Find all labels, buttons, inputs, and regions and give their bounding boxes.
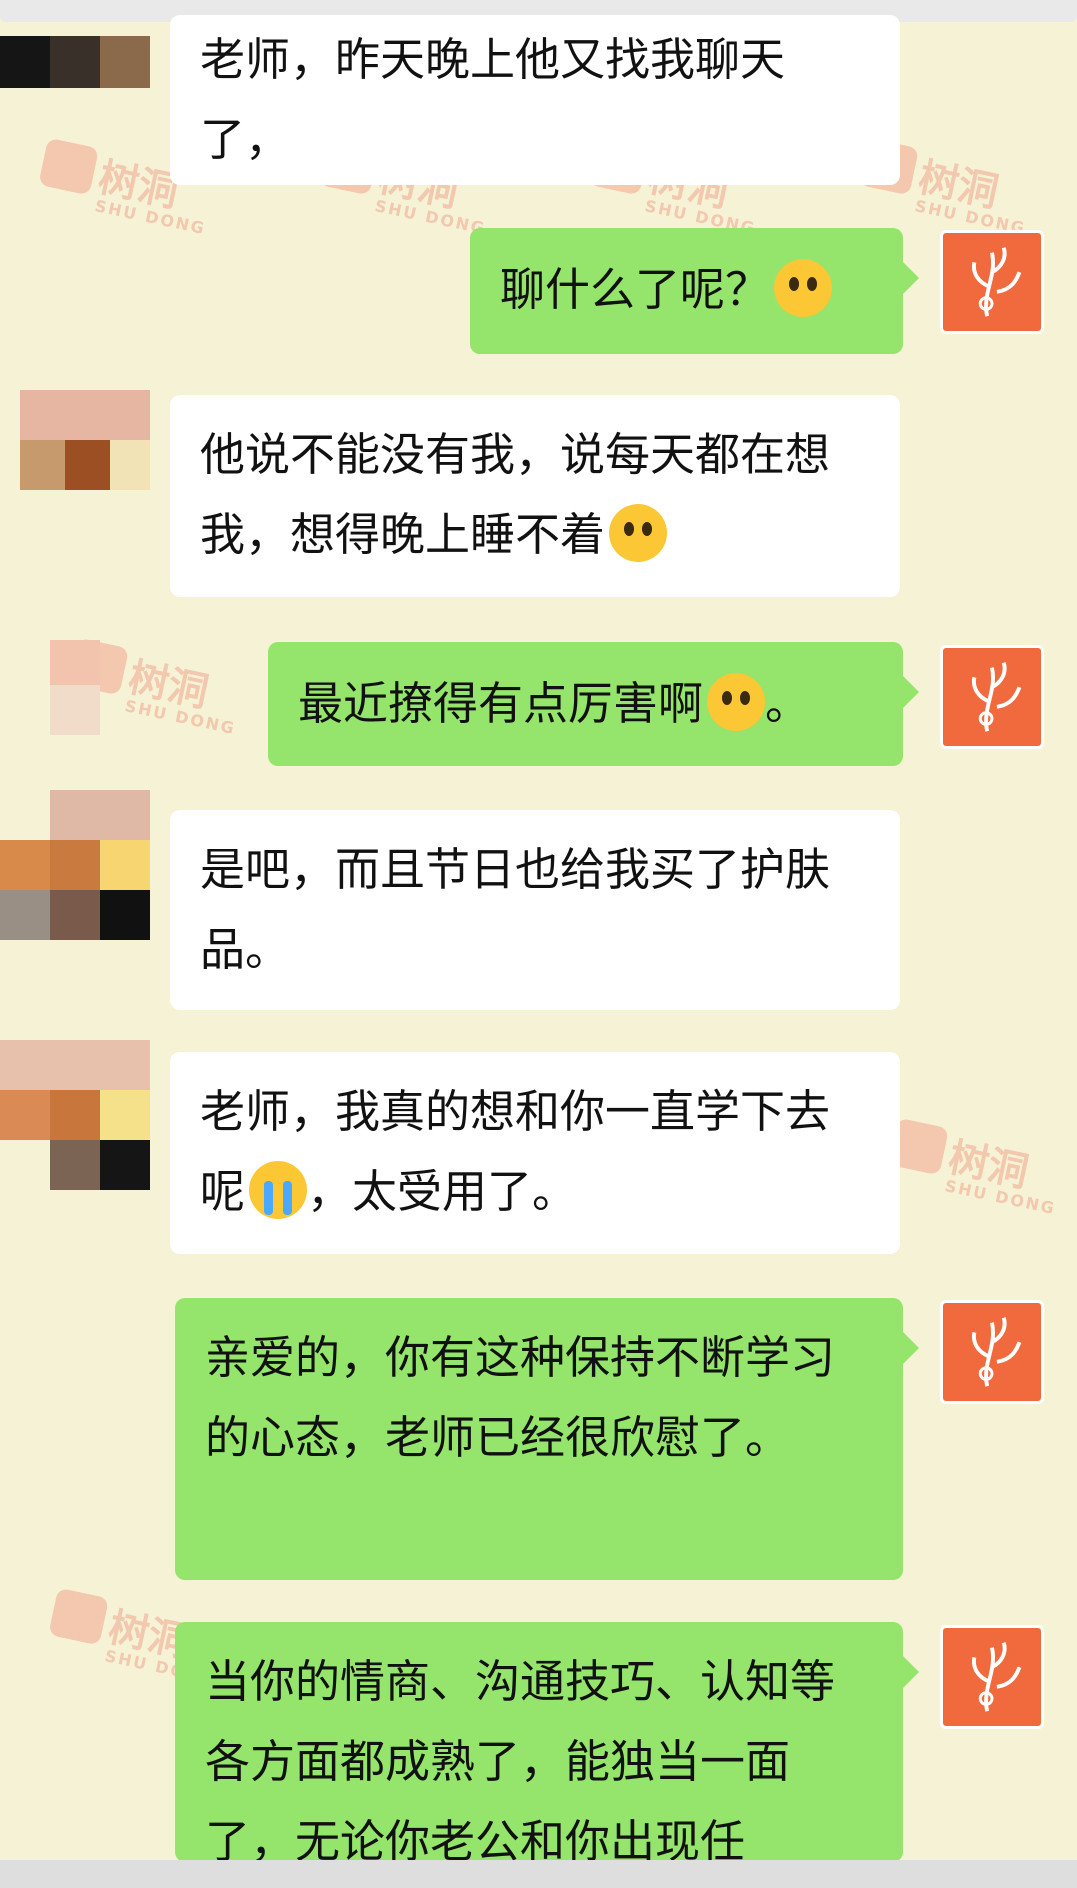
hand-over-mouth-face-icon [609, 504, 668, 562]
avatar-self[interactable] [940, 1625, 1044, 1729]
avatar-self[interactable] [940, 230, 1044, 334]
message-bubble-incoming[interactable]: 老师，昨天晚上他又找我聊天了， [170, 15, 900, 185]
avatar[interactable] [20, 390, 150, 500]
watermark: 树洞 SHU DONG [885, 1113, 1069, 1218]
message-bubble-outgoing[interactable]: 当你的情商、沟通技巧、认知等各方面都成熟了，能独当一面了，无论你老公和你出现任 [175, 1622, 919, 1868]
tree-logo-icon [971, 247, 1022, 317]
avatar-self[interactable] [940, 1300, 1044, 1404]
message-bubble-outgoing[interactable]: 最近撩得有点厉害啊 。 [268, 642, 919, 766]
chat-screen: 树洞 SHU DONG 树洞 SHU DONG 树洞 SHU DONG 树洞 SHU D… [0, 0, 1077, 1888]
avatar[interactable] [0, 36, 150, 88]
message-text: 是吧，而且节日也给我买了护肤品。 [200, 843, 831, 976]
message-text: 老师，昨天晚上他又找我聊天了， [200, 33, 786, 166]
avatar[interactable] [0, 790, 150, 940]
tree-logo-icon [971, 662, 1022, 732]
message-text: ，太受用了。 [307, 1165, 578, 1218]
tree-logo-icon [971, 1642, 1022, 1712]
message-text: 。 [765, 677, 811, 730]
message-text: 当你的情商、沟通技巧、认知等各方面都成熟了，能独当一面了，无论你老公和你出现任 [205, 1655, 836, 1868]
thinking-face-icon [707, 673, 766, 731]
message-bubble-outgoing[interactable]: 亲爱的，你有这种保持不断学习的心态，老师已经很欣慰了。 [175, 1298, 919, 1580]
flushed-face-icon [774, 259, 833, 317]
avatar[interactable] [50, 640, 100, 735]
tree-logo-icon [971, 1317, 1022, 1387]
loudly-crying-face-icon [249, 1161, 308, 1219]
avatar-self[interactable] [940, 645, 1044, 749]
avatar[interactable] [0, 1040, 150, 1190]
message-text: 最近撩得有点厉害啊 [298, 677, 704, 730]
message-bubble-outgoing[interactable]: 聊什么了呢？ [470, 228, 919, 354]
message-text: 聊什么了呢？ [500, 263, 771, 316]
message-bubble-incoming[interactable]: 老师，我真的想和你一直学下去呢 ，太受用了。 [170, 1052, 900, 1254]
message-bubble-incoming[interactable]: 他说不能没有我，说每天都在想我，想得晚上睡不着 [170, 395, 900, 597]
message-text: 他说不能没有我，说每天都在想我，想得晚上睡不着 [200, 428, 831, 561]
message-text: 亲爱的，你有这种保持不断学习的心态，老师已经很欣慰了。 [205, 1331, 836, 1464]
message-bubble-incoming[interactable]: 是吧，而且节日也给我买了护肤品。 [170, 810, 900, 1010]
